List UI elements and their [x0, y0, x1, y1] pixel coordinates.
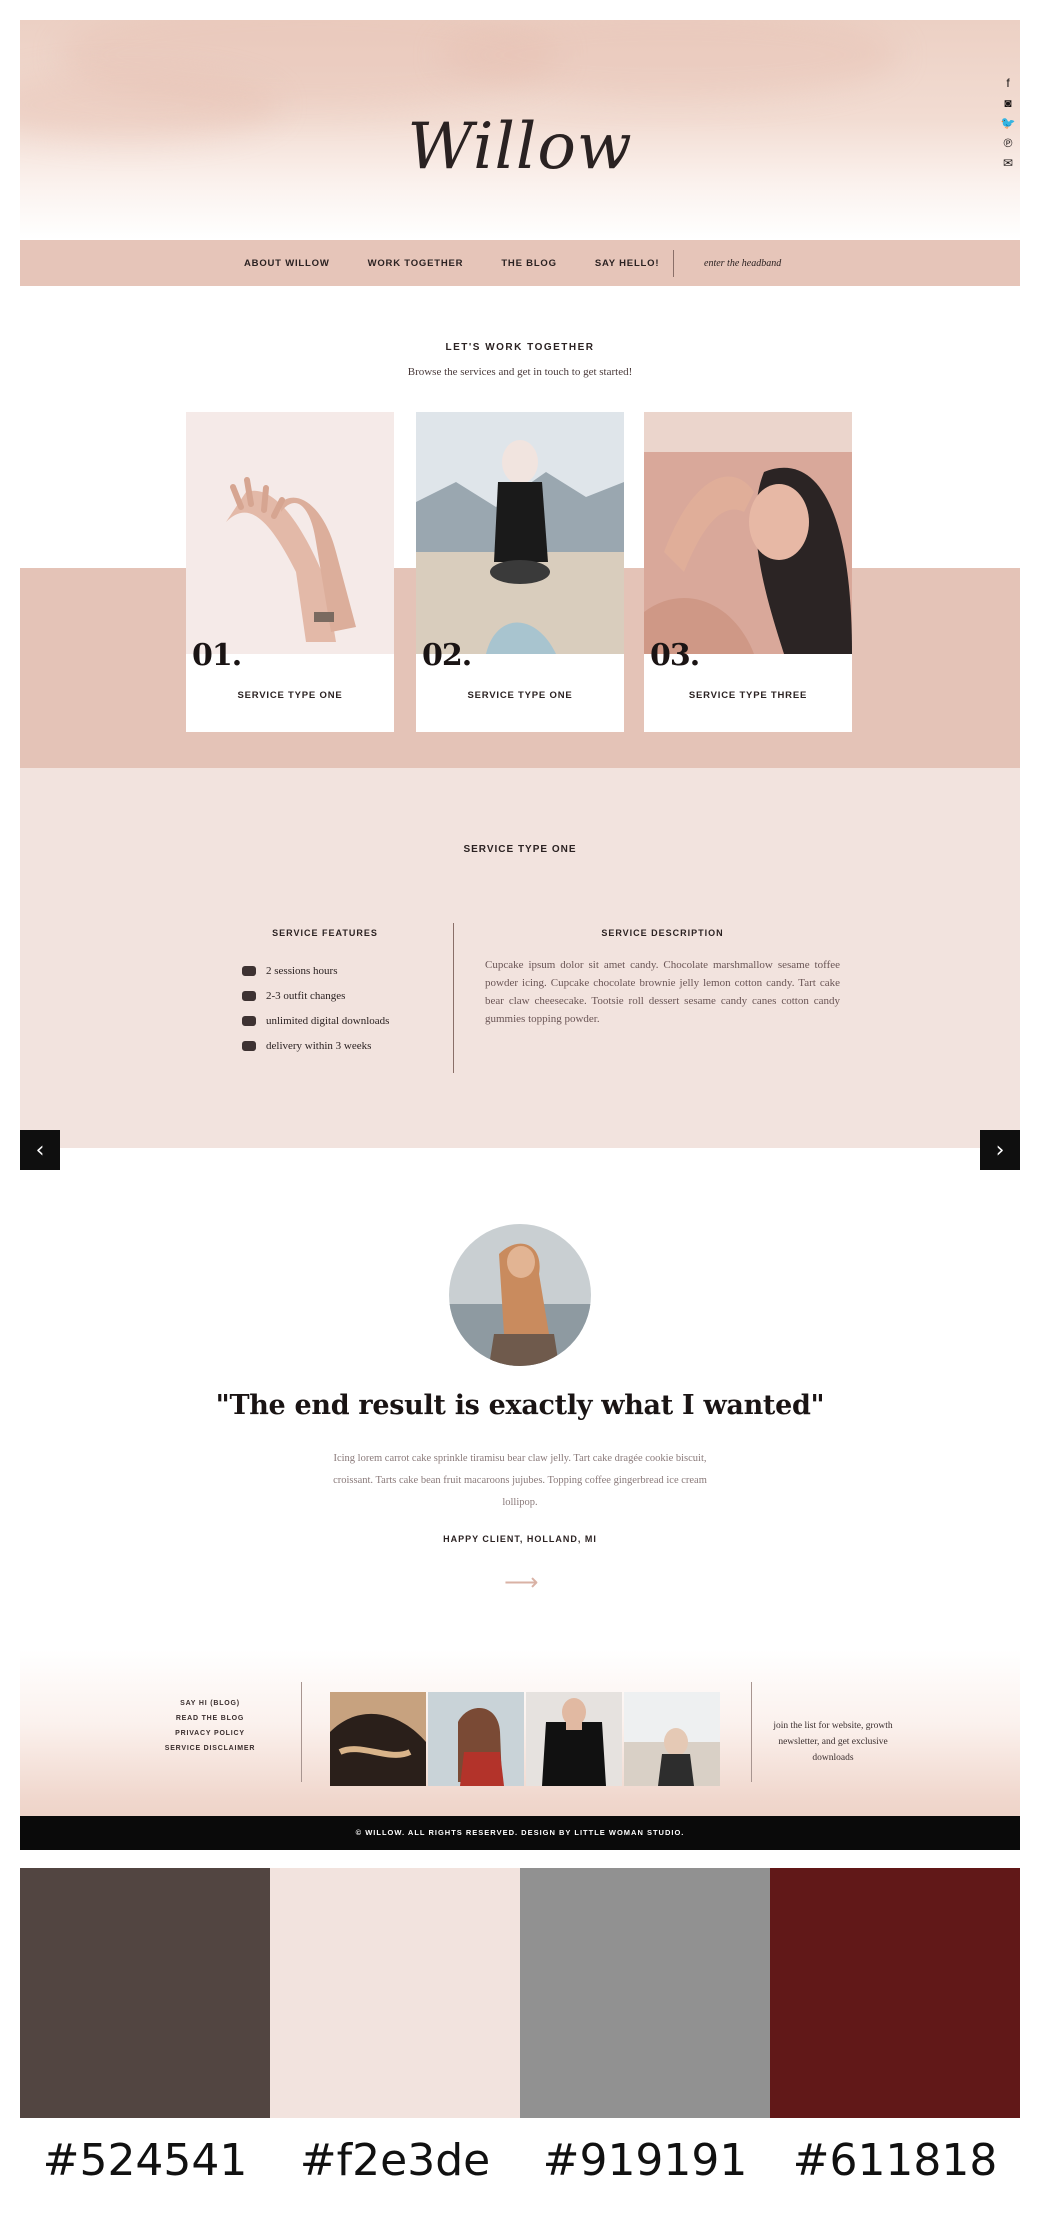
nav-item-contact[interactable]: SAY HELLO!	[595, 258, 660, 269]
service-label: SERVICE TYPE ONE	[237, 690, 343, 701]
testimonial-quote: "The end result is exactly what I wanted…	[215, 1390, 825, 1421]
testimonial-author: HAPPY CLIENT, HOLLAND, MI	[443, 1534, 597, 1544]
color-swatch	[270, 1868, 520, 2118]
nav-divider	[673, 250, 674, 277]
copyright-bar: © WILLOW. ALL RIGHTS RESERVED. DESIGN BY…	[20, 1816, 1020, 1850]
service-detail: SERVICE TYPE ONE SERVICE FEATURES 2 sess…	[20, 768, 1020, 1170]
pinterest-icon[interactable]: ℗	[1000, 135, 1016, 151]
service-number: 02.	[422, 638, 472, 673]
color-hex-label: #524541	[42, 2135, 248, 2186]
arrow-right-icon[interactable]: ⟶	[504, 1568, 538, 1596]
footer-links: SAY HI (BLOG) READ THE BLOG PRIVACY POLI…	[160, 1700, 260, 1752]
testimonial-body: Icing lorem carrot cake sprinkle tiramis…	[333, 1453, 707, 1508]
nav-item-blog[interactable]: THE BLOG	[501, 258, 556, 269]
camera-icon	[242, 1015, 256, 1026]
camera-icon	[242, 990, 256, 1001]
hands-photo	[186, 412, 394, 654]
service-number: 03.	[650, 638, 700, 673]
footer-note: join the list for website, growth newsle…	[773, 1721, 893, 1763]
instagram-icon[interactable]: ◙	[1000, 95, 1016, 111]
section-subtitle: Browse the services and get in touch to …	[407, 366, 633, 378]
color-swatch	[20, 1868, 270, 2118]
social-icons: f ◙ 🐦 ℗ ✉	[998, 75, 1018, 171]
color-hex-label: #f2e3de	[299, 2135, 491, 2186]
footer-link[interactable]: SERVICE DISCLAIMER	[165, 1745, 256, 1752]
portrait-photo	[644, 412, 852, 654]
chevron-right-icon: ›	[995, 1137, 1005, 1163]
divider	[453, 923, 454, 1073]
instagram-photo[interactable]	[526, 1692, 622, 1786]
list-item: 2-3 outfit changes	[242, 983, 389, 1008]
service-card-3[interactable]: 03. SERVICE TYPE THREE	[644, 412, 852, 732]
service-label: SERVICE TYPE THREE	[688, 690, 808, 701]
description-heading: SERVICE DESCRIPTION	[601, 928, 724, 938]
color-swatch	[520, 1868, 770, 2118]
list-item: unlimited digital downloads	[242, 1008, 389, 1033]
color-swatch	[770, 1868, 1020, 2118]
description-text: Cupcake ipsum dolor sit amet candy. Choc…	[485, 959, 840, 1025]
camera-icon	[242, 965, 256, 976]
footer: SAY HI (BLOG) READ THE BLOG PRIVACY POLI…	[20, 1650, 1020, 1836]
features-list: 2 sessions hours 2-3 outfit changes unli…	[242, 958, 389, 1058]
footer-link[interactable]: SAY HI (BLOG)	[180, 1700, 240, 1707]
next-button[interactable]: ›	[980, 1130, 1020, 1170]
beach-photo	[416, 412, 624, 654]
service-detail-title: SERVICE TYPE ONE	[463, 844, 577, 855]
main-nav: ABOUT WILLOW WORK TOGETHER THE BLOG SAY …	[20, 240, 1020, 286]
twitter-icon[interactable]: 🐦	[1000, 115, 1016, 131]
color-hex-label: #611818	[792, 2135, 998, 2186]
instagram-photo[interactable]	[330, 1692, 426, 1786]
divider	[301, 1682, 302, 1782]
nav-item-about[interactable]: ABOUT WILLOW	[244, 258, 330, 269]
facebook-icon[interactable]: f	[1000, 75, 1016, 91]
service-card-2[interactable]: 02. SERVICE TYPE ONE	[416, 412, 624, 732]
color-hex-label: #919191	[542, 2135, 748, 2186]
client-avatar	[449, 1224, 591, 1366]
features-heading: SERVICE FEATURES	[272, 928, 378, 938]
list-item: 2 sessions hours	[242, 958, 389, 983]
instagram-photo[interactable]	[428, 1692, 524, 1786]
prev-button[interactable]: ‹	[20, 1130, 60, 1170]
service-card-1[interactable]: 01. SERVICE TYPE ONE	[186, 412, 394, 732]
header: Willow f ◙ 🐦 ℗ ✉	[20, 20, 1020, 240]
footer-link[interactable]: PRIVACY POLICY	[175, 1730, 245, 1737]
service-number: 01.	[192, 638, 242, 673]
section-title: LET'S WORK TOGETHER	[445, 342, 595, 353]
website-mockup: Willow f ◙ 🐦 ℗ ✉ ABOUT WILLOW WORK TOGET…	[20, 20, 1020, 1850]
divider	[751, 1682, 752, 1782]
list-item: delivery within 3 weeks	[242, 1033, 389, 1058]
email-icon[interactable]: ✉	[1000, 155, 1016, 171]
footer-link[interactable]: READ THE BLOG	[176, 1715, 244, 1722]
search-input[interactable]	[704, 256, 864, 270]
camera-icon	[242, 1040, 256, 1051]
service-label: SERVICE TYPE ONE	[467, 690, 573, 701]
site-logo[interactable]: Willow	[20, 110, 1020, 184]
nav-item-work-together[interactable]: WORK TOGETHER	[368, 258, 464, 269]
chevron-left-icon: ‹	[35, 1137, 45, 1163]
instagram-photo[interactable]	[624, 1692, 720, 1786]
